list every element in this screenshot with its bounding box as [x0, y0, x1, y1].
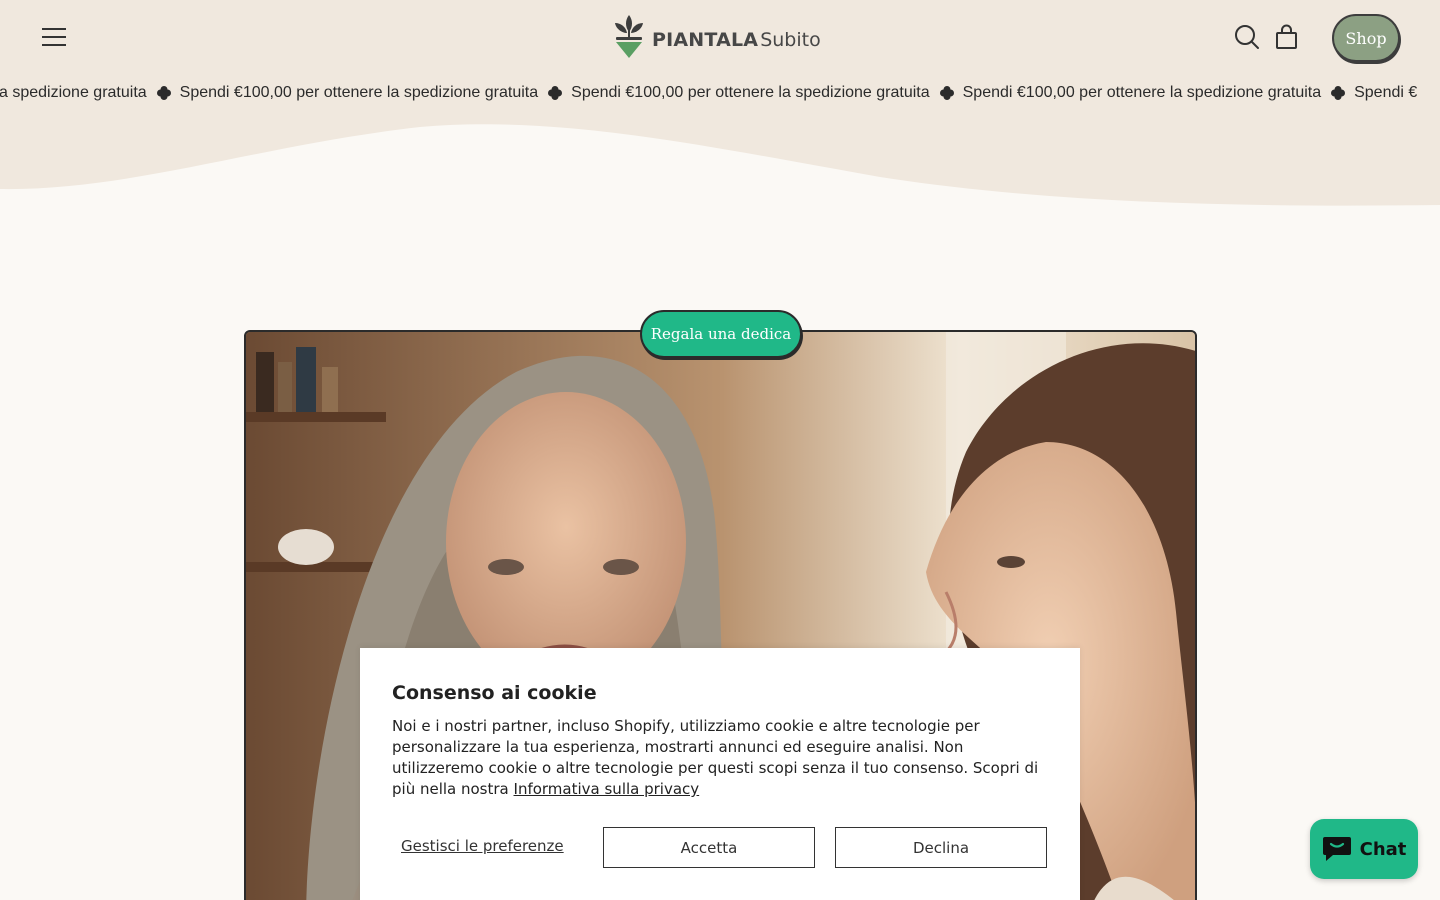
logo-plant-icon	[615, 15, 643, 58]
chat-button[interactable]: Chat	[1310, 819, 1418, 879]
cookie-actions: Gestisci le preferenze Accetta Declina	[392, 827, 1048, 868]
announcement-text: Spendi €100,00 per ottenere la spedizion…	[571, 84, 930, 101]
site-header: PIANTALA Subito Shop	[0, 0, 1440, 76]
cookie-description: Noi e i nostri partner, incluso Shopify,…	[392, 716, 1048, 800]
shopping-bag-icon[interactable]	[1272, 22, 1302, 52]
announcement-text: Spendi €100,00 per ottenere la spedizion…	[962, 84, 1322, 101]
announcement-text: Spendi €	[1354, 84, 1418, 101]
clover-icon	[1331, 86, 1346, 100]
site-logo[interactable]: PIANTALA Subito	[612, 10, 832, 64]
chat-bubble-icon	[1322, 837, 1351, 861]
gift-dedication-badge[interactable]: Regala una dedica	[640, 310, 802, 358]
cookie-body-text: Noi e i nostri partner, incluso Shopify,…	[392, 717, 1039, 798]
shop-button[interactable]: Shop	[1332, 14, 1400, 62]
header-wave-divider	[0, 115, 1440, 206]
clover-icon	[548, 86, 563, 100]
announcement-bar: a spedizione gratuita Spendi €100,00 per…	[0, 76, 1440, 116]
announcement-marquee: a spedizione gratuita Spendi €100,00 per…	[0, 84, 1417, 102]
logo-subtitle: Subito	[760, 29, 821, 51]
manage-preferences-link[interactable]: Gestisci le preferenze	[401, 837, 564, 855]
logo-wordmark: PIANTALA	[652, 29, 759, 51]
chat-label: Chat	[1359, 838, 1407, 860]
privacy-policy-link[interactable]: Informativa sulla privacy	[514, 780, 700, 798]
announcement-text: Spendi €100,00 per ottenere la spedizion…	[179, 84, 539, 101]
clover-icon	[939, 86, 954, 100]
menu-icon[interactable]	[40, 26, 68, 50]
decline-cookies-button[interactable]: Declina	[835, 827, 1047, 868]
cookie-consent-banner: Consenso ai cookie Noi e i nostri partne…	[360, 648, 1080, 900]
accept-cookies-button[interactable]: Accetta	[603, 827, 815, 868]
announcement-text: a spedizione gratuita	[0, 84, 147, 101]
search-icon[interactable]	[1232, 22, 1262, 52]
clover-icon	[156, 86, 171, 100]
cookie-title: Consenso ai cookie	[392, 682, 597, 704]
